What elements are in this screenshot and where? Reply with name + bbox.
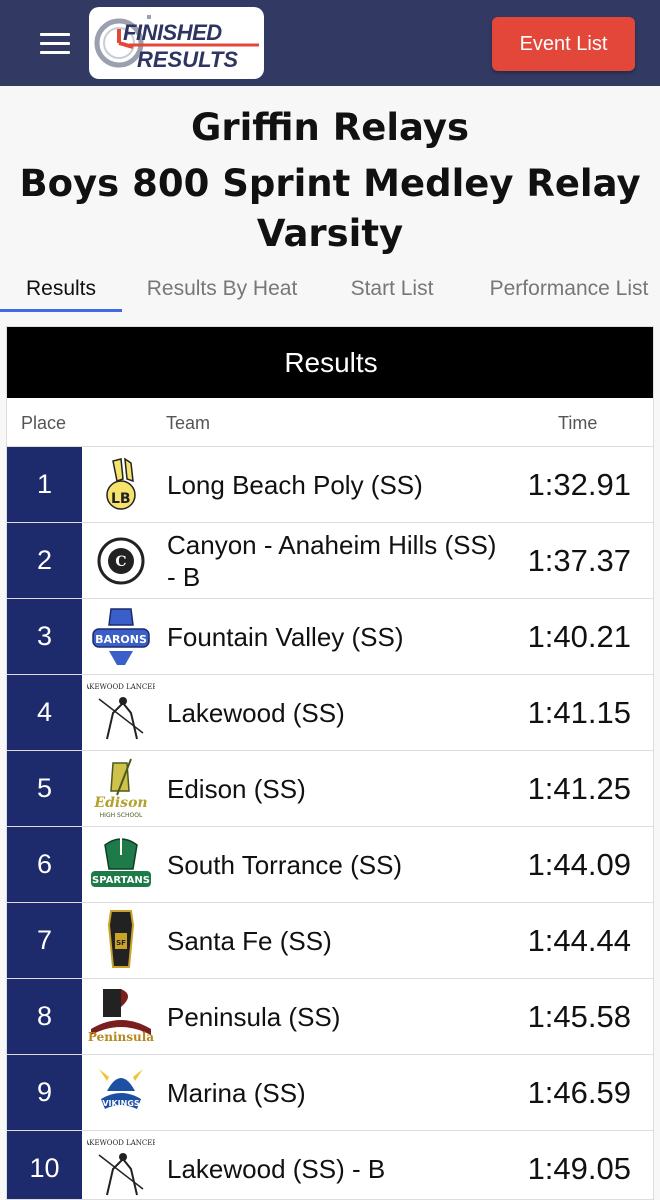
svg-text:VIKINGS: VIKINGS: [102, 1099, 140, 1108]
place-number: 9: [7, 1055, 82, 1130]
result-time: 1:41.25: [527, 770, 631, 806]
team-name: Lakewood (SS) - B: [167, 1153, 386, 1184]
result-row[interactable]: 5 Edison HIGH SCHOOL Edison (SS) 1:41.25: [7, 751, 653, 827]
column-header-time: Time: [558, 413, 598, 433]
team-name: Edison (SS): [167, 773, 306, 804]
long-beach-poly-logo: LB: [87, 451, 155, 519]
result-time: 1:37.37: [527, 542, 631, 578]
svg-text:LB: LB: [111, 491, 131, 507]
column-header-place: Place: [21, 413, 67, 433]
team-name: Santa Fe (SS): [167, 925, 332, 956]
result-time: 1:49.05: [527, 1150, 631, 1186]
canyon-high-school-logo: C: [87, 527, 155, 595]
fountain-valley-barons-logo: BARONS: [87, 603, 155, 671]
place-number: 8: [7, 979, 82, 1054]
peninsula-logo: Peninsula: [87, 983, 155, 1051]
team-name: Lakewood (SS): [167, 697, 345, 728]
logo-text-finished: FINISHED: [123, 20, 222, 45]
result-row[interactable]: 4 LAKEWOOD LANCERS Lakewood (SS) 1:41.15: [7, 675, 653, 751]
results-card: Results Place Team Time 1 LB Long Beach …: [6, 326, 654, 1200]
team-name: Long Beach Poly (SS): [167, 469, 423, 500]
lakewood-lancers-logo: LAKEWOOD LANCERS: [80, 679, 163, 747]
result-time: 1:41.15: [527, 694, 631, 730]
svg-text:SF: SF: [116, 939, 126, 947]
place-number: 2: [7, 523, 82, 598]
column-header-team: Team: [166, 413, 211, 433]
tab-results-by-heat[interactable]: Results By Heat: [132, 266, 312, 312]
result-row[interactable]: 1 LB Long Beach Poly (SS) 1:32.91: [7, 447, 653, 523]
hamburger-menu-icon[interactable]: [40, 33, 70, 55]
finished-results-logo[interactable]: FINISHED RESULTS: [89, 7, 264, 79]
place-number: 1: [7, 447, 82, 522]
event-list-button[interactable]: Event List: [492, 17, 635, 71]
place-number: 10: [7, 1131, 82, 1199]
result-row[interactable]: 8 Peninsula Peninsula (SS) 1:45.58: [7, 979, 653, 1055]
result-time: 1:40.21: [527, 618, 631, 654]
svg-text:BARONS: BARONS: [95, 633, 147, 646]
place-number: 6: [7, 827, 82, 902]
team-name: Fountain Valley (SS): [167, 621, 404, 652]
place-number: 4: [7, 675, 82, 750]
svg-text:HIGH SCHOOL: HIGH SCHOOL: [100, 812, 143, 819]
team-name: Peninsula (SS): [167, 1001, 341, 1032]
result-row[interactable]: 7 SF Santa Fe (SS) 1:44.44: [7, 903, 653, 979]
result-time: 1:45.58: [527, 998, 631, 1034]
result-row[interactable]: 2 C Canyon - Anaheim Hills (SS) - B 1:37…: [7, 523, 653, 599]
result-row[interactable]: 6 SPARTANS South Torrance (SS) 1:44.09: [7, 827, 653, 903]
lakewood-lancers-logo: LAKEWOOD LANCERS: [80, 1135, 163, 1199]
result-row[interactable]: 3 BARONS Fountain Valley (SS) 1:40.21: [7, 599, 653, 675]
top-bar: FINISHED RESULTS Event List: [0, 0, 660, 86]
south-torrance-spartans-logo: SPARTANS: [87, 831, 155, 899]
place-number: 3: [7, 599, 82, 674]
svg-text:C: C: [115, 554, 126, 570]
tab-results[interactable]: Results: [0, 266, 122, 312]
division-title: Varsity: [256, 212, 404, 255]
result-time: 1:44.44: [527, 922, 631, 958]
result-time: 1:46.59: [527, 1074, 631, 1110]
svg-text:Edison: Edison: [93, 795, 147, 811]
tab-bar: Results Results By Heat Start List Perfo…: [0, 266, 660, 314]
santa-fe-logo: SF: [87, 907, 155, 975]
active-tab-indicator: [0, 309, 122, 312]
place-number: 7: [7, 903, 82, 978]
result-row[interactable]: 9 VIKINGS Marina (SS) 1:46.59: [7, 1055, 653, 1131]
team-name: South Torrance (SS): [167, 849, 403, 880]
svg-text:Peninsula: Peninsula: [88, 1030, 154, 1044]
result-time: 1:32.91: [527, 466, 631, 502]
place-number: 5: [7, 751, 82, 826]
results-column-headers: Place Team Time: [7, 398, 653, 447]
svg-text:LAKEWOOD LANCERS: LAKEWOOD LANCERS: [87, 1139, 155, 1147]
marina-vikings-logo: VIKINGS: [87, 1059, 155, 1127]
logo-text-results: RESULTS: [137, 47, 239, 72]
edison-high-school-logo: Edison HIGH SCHOOL: [87, 755, 155, 823]
tab-performance-list[interactable]: Performance List: [478, 266, 660, 312]
event-title: Boys 800 Sprint Medley Relay: [19, 162, 641, 205]
tab-start-list[interactable]: Start List: [332, 266, 452, 312]
result-row[interactable]: 10 LAKEWOOD LANCERS Lakewood (SS) - B 1:…: [7, 1131, 653, 1199]
meet-title: Griffin Relays: [190, 106, 470, 149]
svg-text:SPARTANS: SPARTANS: [92, 875, 150, 886]
svg-text:LAKEWOOD LANCERS: LAKEWOOD LANCERS: [87, 683, 155, 691]
team-name: Marina (SS): [167, 1077, 306, 1108]
team-name: Canyon - Anaheim Hills (SS) - B: [167, 529, 497, 592]
result-time: 1:44.09: [527, 846, 631, 882]
results-heading: Results: [7, 327, 653, 398]
